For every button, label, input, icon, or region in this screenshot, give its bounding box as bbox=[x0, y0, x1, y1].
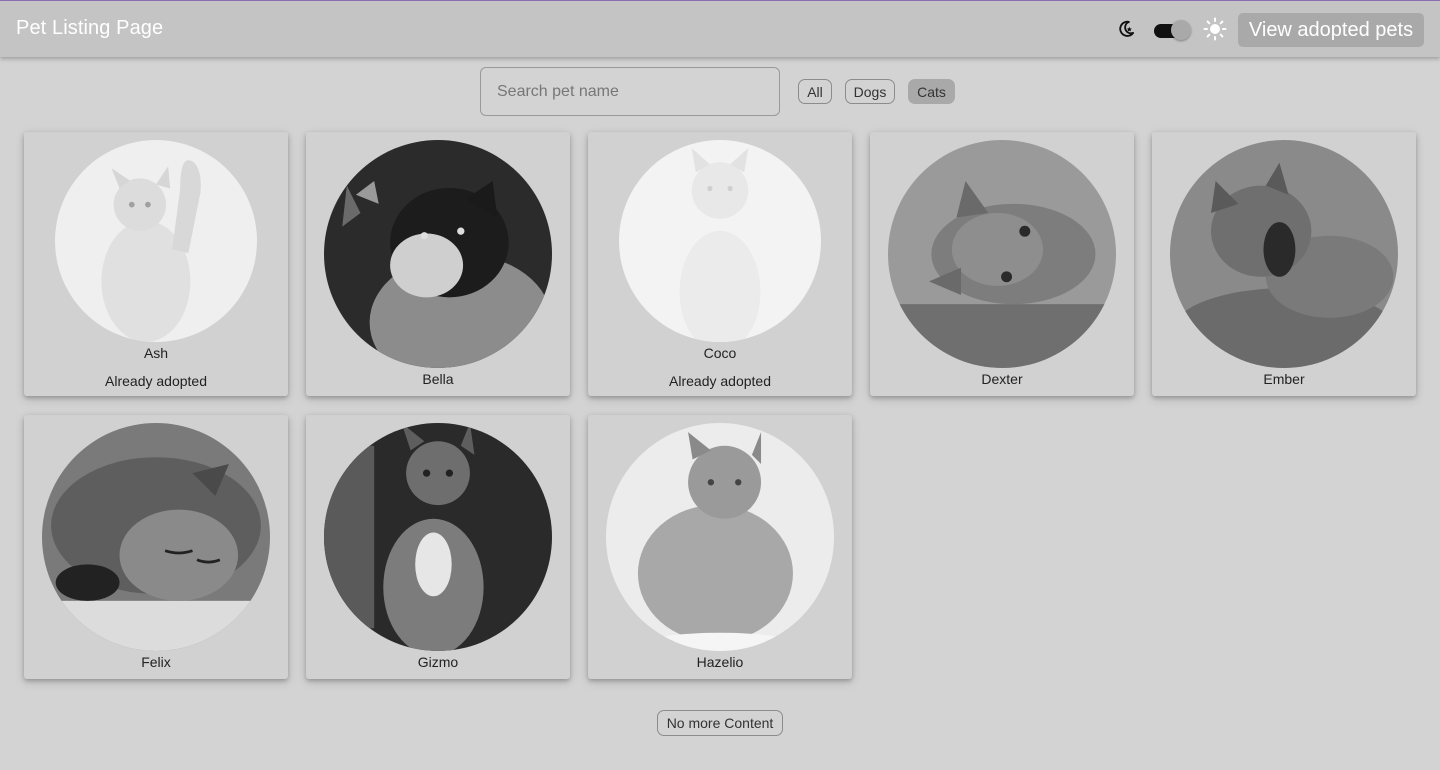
pet-status: Already adopted bbox=[669, 373, 771, 389]
pet-name: Gizmo bbox=[417, 654, 459, 670]
pet-name: Coco bbox=[703, 345, 737, 361]
pet-name: Dexter bbox=[981, 371, 1023, 387]
no-more-content-button[interactable]: No more Content bbox=[657, 710, 783, 736]
pet-card[interactable]: Dexter bbox=[870, 132, 1134, 396]
filter-chip-cats[interactable]: Cats bbox=[908, 79, 955, 104]
filter-chip-dogs[interactable]: Dogs bbox=[845, 79, 895, 104]
pet-card[interactable]: Felix bbox=[24, 415, 288, 679]
sun-icon bbox=[1203, 17, 1227, 41]
pet-photo bbox=[1170, 140, 1398, 368]
theme-toggle[interactable] bbox=[1153, 20, 1191, 40]
pet-photo bbox=[42, 423, 270, 651]
pet-photo bbox=[55, 140, 257, 342]
pet-photo bbox=[888, 140, 1116, 368]
pet-card[interactable]: Hazelio bbox=[588, 415, 852, 679]
toggle-thumb bbox=[1171, 20, 1191, 40]
pet-card[interactable]: Ember bbox=[1152, 132, 1416, 396]
search-input[interactable] bbox=[480, 67, 780, 116]
app-bar: Pet Listing Page View adopted pets bbox=[0, 0, 1440, 57]
view-adopted-pets-button[interactable]: View adopted pets bbox=[1238, 13, 1424, 47]
moon-icon bbox=[1116, 19, 1136, 39]
pet-card[interactable]: Coco Already adopted bbox=[588, 132, 852, 396]
pet-name: Bella bbox=[422, 371, 454, 387]
pet-card[interactable]: Bella bbox=[306, 132, 570, 396]
pet-card[interactable]: Ash Already adopted bbox=[24, 132, 288, 396]
pet-name: Ember bbox=[1263, 371, 1305, 387]
pet-photo bbox=[324, 423, 552, 651]
pet-photo bbox=[606, 423, 834, 651]
page-title: Pet Listing Page bbox=[16, 17, 164, 39]
pet-card[interactable]: Gizmo bbox=[306, 415, 570, 679]
filter-chip-all[interactable]: All bbox=[798, 79, 832, 104]
pet-status: Already adopted bbox=[105, 373, 207, 389]
pet-name: Hazelio bbox=[696, 654, 744, 670]
pet-photo bbox=[324, 140, 552, 368]
pet-name: Ash bbox=[143, 345, 169, 361]
pet-name: Felix bbox=[141, 654, 171, 670]
pet-photo bbox=[619, 140, 821, 342]
